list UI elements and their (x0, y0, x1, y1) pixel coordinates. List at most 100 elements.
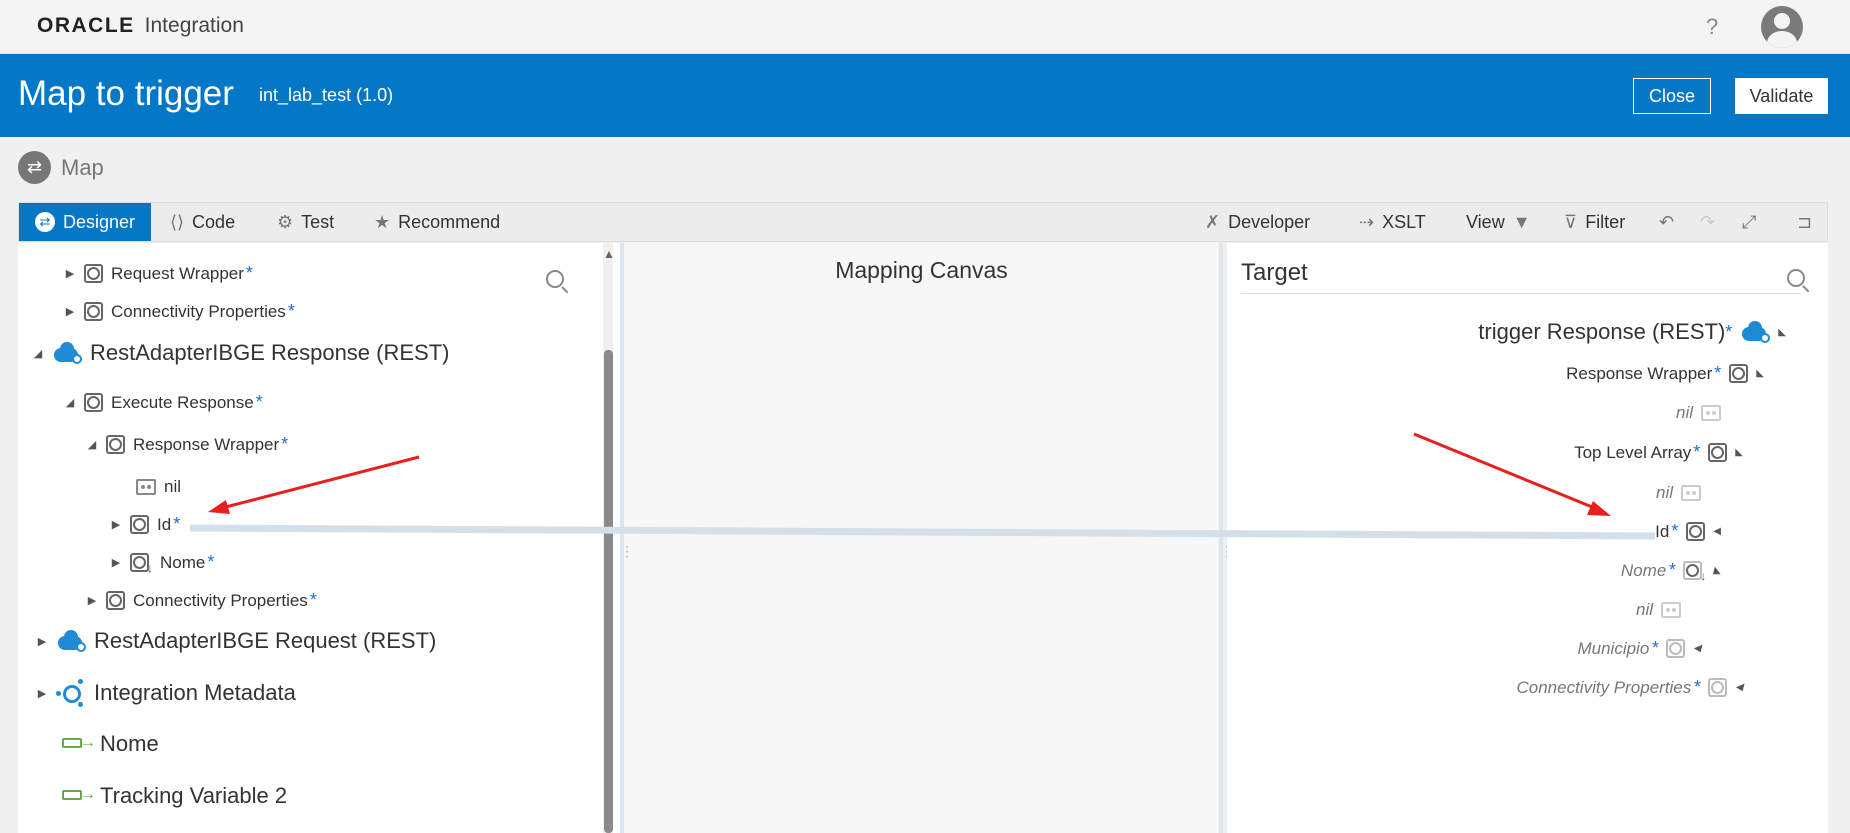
chevron-right-icon[interactable]: ▶ (36, 687, 48, 700)
filter-icon: ⊽ (1564, 211, 1578, 232)
tab-recommend[interactable]: ★ Recommend (374, 203, 500, 241)
target-node-top-level-array[interactable]: Top Level Array * ◣ (1574, 442, 1743, 463)
panel-toggle-button[interactable]: ⊐ (1797, 203, 1812, 241)
brand: ORACLE Integration (37, 14, 244, 38)
view-dropdown[interactable]: View ▼ (1466, 203, 1531, 241)
tree-node-connectivity-properties-2[interactable]: ▶ Connectivity Properties * (86, 590, 317, 611)
target-node-nil-3[interactable]: nil (1636, 600, 1681, 620)
target-node-nome[interactable]: Nome * ↓ ◣ (1621, 560, 1721, 583)
tree-node-request-wrapper[interactable]: ▶ Request Wrapper * (64, 263, 253, 284)
tree-node-integration-metadata[interactable]: ▶ Integration Metadata (36, 679, 296, 707)
chevron-down-icon[interactable]: ◣ (1756, 368, 1764, 379)
element-icon (130, 515, 149, 534)
search-icon[interactable] (546, 270, 564, 288)
chevron-right-icon[interactable]: ▶ (36, 635, 48, 648)
tree-node-nil[interactable]: nil (136, 477, 181, 497)
node-label: Nome (160, 552, 206, 572)
target-node-response-wrapper[interactable]: Response Wrapper * ◣ (1566, 363, 1764, 384)
chevron-left-icon[interactable]: ◀ (1713, 526, 1721, 537)
scrollbar-thumb[interactable] (604, 350, 613, 833)
map-icon: ⇄ (18, 151, 51, 184)
attribute-icon (1681, 485, 1701, 501)
filter-button[interactable]: ⊽ Filter (1564, 203, 1625, 241)
tree-node-id[interactable]: ▶ Id * (110, 514, 180, 535)
tree-node-nome[interactable]: ▶ ↓ Nome * (110, 552, 215, 575)
node-label: Connectivity Properties (111, 301, 286, 321)
source-panel: ▶ Request Wrapper * ▶ Connectivity Proper… (18, 243, 620, 833)
designer-icon: ⇄ (35, 212, 55, 232)
target-node-connectivity-properties[interactable]: Connectivity Properties * ◀ (1516, 677, 1743, 698)
undo-button[interactable]: ↶ (1659, 203, 1674, 241)
target-panel: Target trigger Response (REST) * ◣ Respon… (1227, 243, 1828, 833)
tab-test[interactable]: ⚙ Test (277, 203, 334, 241)
chevron-left-icon[interactable]: ◀ (1735, 682, 1743, 693)
oracle-logo: ORACLE (37, 14, 135, 37)
panel-toggle-icon: ⊐ (1797, 211, 1813, 232)
tree-node-rest-response[interactable]: ◢ RestAdapterIBGE Response (REST) (32, 340, 450, 366)
rest-cloud-icon (1740, 321, 1771, 343)
node-label: RestAdapterIBGE Request (REST) (94, 628, 437, 653)
tab-code[interactable]: ⟨⟩ Code (170, 203, 235, 241)
chevron-down-icon: ▼ (1512, 211, 1531, 232)
xslt-icon: ⇢ (1359, 211, 1375, 232)
rest-cloud-icon (56, 630, 86, 652)
target-node-nil-2[interactable]: nil (1656, 483, 1701, 503)
node-label: Connectivity Properties (1516, 677, 1692, 697)
avatar[interactable] (1761, 6, 1803, 48)
chevron-down-icon[interactable]: ◣ (1735, 447, 1743, 458)
target-node-trigger-response[interactable]: trigger Response (REST) * ◣ (1478, 319, 1786, 345)
required-marker: * (281, 434, 289, 454)
required-marker: * (1693, 677, 1701, 697)
required-marker: * (1725, 321, 1733, 342)
chevron-down-icon[interactable]: ◣ (1713, 565, 1721, 576)
required-marker: * (1693, 442, 1701, 462)
xslt-button[interactable]: ⇢ XSLT (1359, 203, 1426, 241)
close-button[interactable]: Close (1633, 78, 1711, 114)
product-name: Integration (144, 14, 244, 37)
target-node-nil[interactable]: nil (1676, 403, 1721, 423)
chevron-right-icon[interactable]: ▶ (110, 518, 122, 531)
filter-label: Filter (1585, 211, 1626, 232)
chevron-left-icon[interactable]: ◀ (1693, 643, 1701, 654)
attribute-icon (1701, 405, 1721, 421)
element-icon (106, 435, 125, 454)
element-icon (1666, 639, 1686, 658)
tab-code-label: Code (192, 211, 236, 232)
expand-button[interactable]: ⤢ (1742, 203, 1756, 241)
required-marker: * (207, 552, 215, 572)
tree-node-tracking-variable[interactable]: → Tracking Variable 2 (62, 783, 287, 809)
view-label: View (1466, 211, 1505, 232)
variable-icon: → (62, 786, 96, 806)
tree-node-connectivity-properties[interactable]: ▶ Connectivity Properties * (64, 301, 295, 322)
node-label: nil (1635, 600, 1653, 619)
element-icon (84, 302, 103, 321)
chevron-down-icon[interactable]: ◢ (64, 396, 76, 409)
redo-icon: ↷ (1700, 211, 1716, 232)
redo-button[interactable]: ↷ (1700, 203, 1715, 241)
chevron-right-icon[interactable]: ▶ (110, 556, 122, 569)
target-divider (1241, 293, 1801, 294)
validate-button[interactable]: Validate (1735, 78, 1828, 114)
tree-node-variable-nome[interactable]: → Nome (62, 731, 159, 757)
tree-node-response-wrapper[interactable]: ◢ Response Wrapper * (86, 434, 288, 455)
chevron-right-icon[interactable]: ▶ (64, 267, 76, 280)
help-icon[interactable]: ? (1706, 14, 1718, 40)
target-node-municipio[interactable]: Municipio * ◀ (1577, 638, 1701, 659)
required-marker: * (245, 263, 253, 283)
developer-button[interactable]: ✗ Developer (1205, 203, 1310, 241)
tree-node-rest-request[interactable]: ▶ RestAdapterIBGE Request (REST) (36, 628, 437, 654)
integration-name: int_lab_test (1.0) (259, 85, 394, 105)
resize-handle-left[interactable]: ⋮ (620, 543, 634, 560)
tree-node-execute-response[interactable]: ◢ Execute Response * (64, 392, 263, 413)
chevron-right-icon[interactable]: ▶ (86, 594, 98, 607)
chevron-down-icon[interactable]: ◢ (32, 347, 44, 360)
target-node-id[interactable]: Id * ◀ (1655, 521, 1721, 542)
xslt-label: XSLT (1382, 211, 1426, 232)
chevron-right-icon[interactable]: ▶ (64, 305, 76, 318)
chevron-down-icon[interactable]: ◢ (86, 438, 98, 451)
gear-icon: ⚙ (277, 211, 294, 232)
chevron-down-icon[interactable]: ◣ (1778, 327, 1786, 338)
scroll-up-icon[interactable]: ▲ (603, 247, 615, 261)
search-icon[interactable] (1787, 269, 1805, 287)
tab-designer[interactable]: ⇄ Designer (19, 203, 151, 241)
